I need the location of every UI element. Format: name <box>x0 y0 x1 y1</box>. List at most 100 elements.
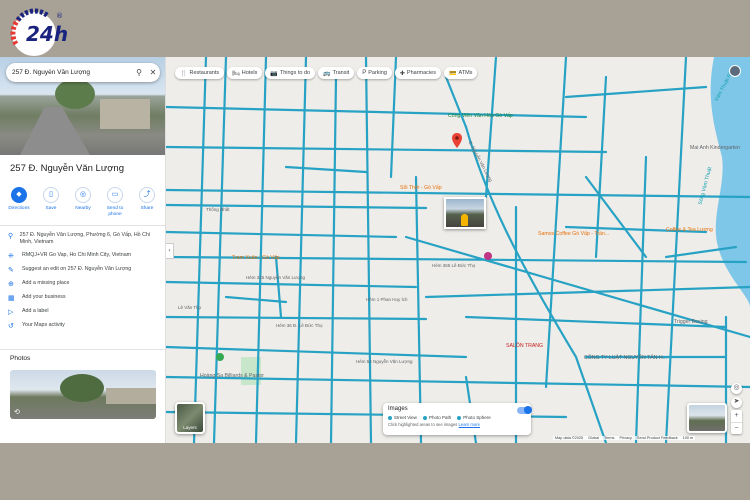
photo-tree <box>55 79 95 109</box>
chip-things-to-do[interactable]: 📷 Things to do <box>265 67 316 79</box>
photo-building <box>100 99 150 129</box>
add-missing-place-row[interactable]: ⊕ Add a missing place <box>0 277 165 291</box>
nearby-icon: ◎ <box>75 187 91 203</box>
place-info-list: ⚲ 257 Đ. Nguyễn Văn Lượng, Phường 6, Gò V… <box>0 229 165 333</box>
images-panel: Images Street View Photo Path Photo Sphe… <box>383 403 531 435</box>
history-icon: ↺ <box>8 323 14 330</box>
legend-photo-path: Photo Path <box>423 415 451 420</box>
layers-button[interactable]: Layers <box>175 402 205 434</box>
chip-restaurants[interactable]: 🍴 Restaurants <box>175 67 225 79</box>
footer-scale[interactable]: 100 m <box>683 436 694 440</box>
map-label-company[interactable]: CÔNG TY LUẬT NGUYỄN TÂN H... <box>584 355 667 361</box>
camera-icon: 📷 <box>270 70 278 77</box>
images-title: Images <box>388 406 408 412</box>
chip-parking[interactable]: P Parking <box>357 67 392 79</box>
map-label-cafe[interactable]: Sổi Thời - Gò Vấp <box>400 185 442 191</box>
map-footer: Map data ©2025 Global Terms Privacy Send… <box>553 436 696 440</box>
map-label-tram-xuan[interactable]: Tram Xuân - Gò Vấp <box>232 255 280 261</box>
bookmark-icon: ▯ <box>43 187 59 203</box>
search-input[interactable]: 257 Đ. Nguyễn Văn Lượng <box>12 69 132 76</box>
divider <box>0 225 165 226</box>
photo-road <box>20 107 90 155</box>
account-avatar[interactable] <box>729 65 741 77</box>
close-icon[interactable]: ✕ <box>146 68 160 77</box>
compass-button[interactable]: ➤ <box>731 397 742 408</box>
street-view-pegman-thumbnail[interactable] <box>687 403 727 433</box>
phone-icon: ▭ <box>107 187 123 203</box>
my-location-icon: ◎ <box>733 384 740 391</box>
road-label-3: Hẻm 325 Nguyễn Văn Lượng <box>246 275 305 280</box>
search-icon[interactable]: ⚲ <box>132 68 146 77</box>
footer-feedback[interactable]: Send Product Feedback <box>637 436 678 440</box>
map-label-park[interactable]: Công Viên Văn Hóa Gò Vấp <box>448 113 513 119</box>
chip-pharmacies[interactable]: ✚ Pharmacies <box>394 67 441 79</box>
restaurant-icon: 🍴 <box>180 70 188 77</box>
zoom-out-button[interactable]: − <box>731 422 742 434</box>
legend-street-view: Street View <box>388 415 417 420</box>
map-label-billiards[interactable]: Hoàng Sa Billiards & Pastor <box>200 373 264 379</box>
add-business-row[interactable]: ▦ Add your business <box>0 291 165 305</box>
photo-thumbnail[interactable]: ⟲ <box>10 370 156 419</box>
images-toggle[interactable] <box>517 406 532 414</box>
map-label-coffee-2[interactable]: Coffee & Tea Lương <box>666 227 713 233</box>
category-chips: 🍴 Restaurants 🛏 Hotels 📷 Things to do 🚌 Tran… <box>175 67 478 79</box>
chip-hotels[interactable]: 🛏 Hotels <box>227 67 263 79</box>
parking-icon: P <box>362 70 367 76</box>
map-label-coffee[interactable]: Samos Coffee Gò Vấp - Trần... <box>538 231 609 237</box>
chip-transit[interactable]: 🚌 Transit <box>318 67 355 79</box>
address-row[interactable]: ⚲ 257 Đ. Nguyễn Văn Lượng, Phường 6, Gò V… <box>0 229 165 249</box>
map-label-trigger-boxing[interactable]: Trigger Boxing <box>674 319 708 325</box>
transit-icon: 🚌 <box>323 70 331 77</box>
photos-heading: Photos <box>10 355 31 362</box>
footer-global[interactable]: Global <box>588 436 599 440</box>
directions-button[interactable]: ◆ Directions <box>4 187 34 218</box>
compass-icon: ➤ <box>733 398 740 405</box>
map-canvas[interactable]: Công Viên Văn Hóa Gò Vấp Sổi Thời - Gò V… <box>166 57 750 443</box>
maps-screen: Công Viên Văn Hóa Gò Vấp Sổi Thời - Gò V… <box>0 57 750 443</box>
footer-map-data: Map data ©2025 <box>555 436 584 440</box>
road-label-7: Lê Văn Thọ <box>178 305 202 310</box>
learn-more-link[interactable]: Learn more <box>459 422 480 427</box>
place-title: 257 Đ. Nguyễn Văn Lượng <box>10 163 124 174</box>
atm-icon: 💳 <box>448 70 457 77</box>
footer-privacy[interactable]: Privacy <box>619 436 631 440</box>
layers-label: Layers <box>183 425 197 430</box>
search-box[interactable]: 257 Đ. Nguyễn Văn Lượng ⚲ ✕ <box>6 63 160 82</box>
place-panel: 257 Đ. Nguyễn Văn Lượng ⚲ ✕ 257 Đ. Nguyễ… <box>0 57 166 443</box>
photo-tree <box>60 374 104 402</box>
logo-text: 24h <box>26 22 69 46</box>
brand-logo: 24h ® <box>4 6 68 58</box>
zoom-controls: + − <box>731 410 742 434</box>
footer-terms[interactable]: Terms <box>604 436 614 440</box>
place-actions: ◆ Directions ▯ Save ◎ Nearby ▭ Send to phone… <box>4 187 162 218</box>
hotel-icon: 🛏 <box>232 70 240 77</box>
plus-code-icon: ⁜ <box>8 253 14 260</box>
maps-activity-row[interactable]: ↺ Your Maps activity <box>0 319 165 333</box>
share-button[interactable]: ⤴ Share <box>132 187 162 218</box>
photo-wall <box>106 388 156 404</box>
pharmacy-icon: ✚ <box>399 70 405 77</box>
road-label-5: Hẻm 36 Đ. Lê Đức Thọ <box>276 323 323 328</box>
collapse-panel-button[interactable]: ‹ <box>166 243 174 259</box>
send-to-phone-button[interactable]: ▭ Send to phone <box>100 187 130 218</box>
business-icon: ▦ <box>8 295 15 302</box>
directions-icon: ◆ <box>11 187 27 203</box>
zoom-in-button[interactable]: + <box>731 410 742 422</box>
chip-atms[interactable]: 💳 ATMs <box>443 67 478 79</box>
save-button[interactable]: ▯ Save <box>36 187 66 218</box>
nearby-button[interactable]: ◎ Nearby <box>68 187 98 218</box>
plus-code-row[interactable]: ⁜ RMQJ+VR Go Vap, Ho Chi Minh City, Vietn… <box>0 249 165 263</box>
road-label-4: Hẻm 1 Phan Huy Ích <box>366 297 408 302</box>
location-pin-icon: ⚲ <box>8 233 14 240</box>
map-label-salon[interactable]: SALÔN TRANG <box>506 343 543 349</box>
share-icon: ⤴ <box>139 187 155 203</box>
images-legend: Street View Photo Path Photo Sphere <box>388 415 526 420</box>
pegman-icon[interactable] <box>461 214 468 226</box>
edit-icon: ✎ <box>8 267 14 274</box>
map-label-school[interactable]: Mai Anh Kindergarten <box>690 145 740 151</box>
legend-photo-sphere: Photo Sphere <box>457 415 491 420</box>
suggest-edit-row[interactable]: ✎ Suggest an edit on 257 Đ. Nguyễn Văn Lư… <box>0 263 165 277</box>
road-label-6: Hẻm 54 Nguyễn Văn Lượng <box>356 359 413 364</box>
add-label-row[interactable]: ▷ Add a label <box>0 305 165 319</box>
my-location-button[interactable]: ◎ <box>731 383 742 394</box>
